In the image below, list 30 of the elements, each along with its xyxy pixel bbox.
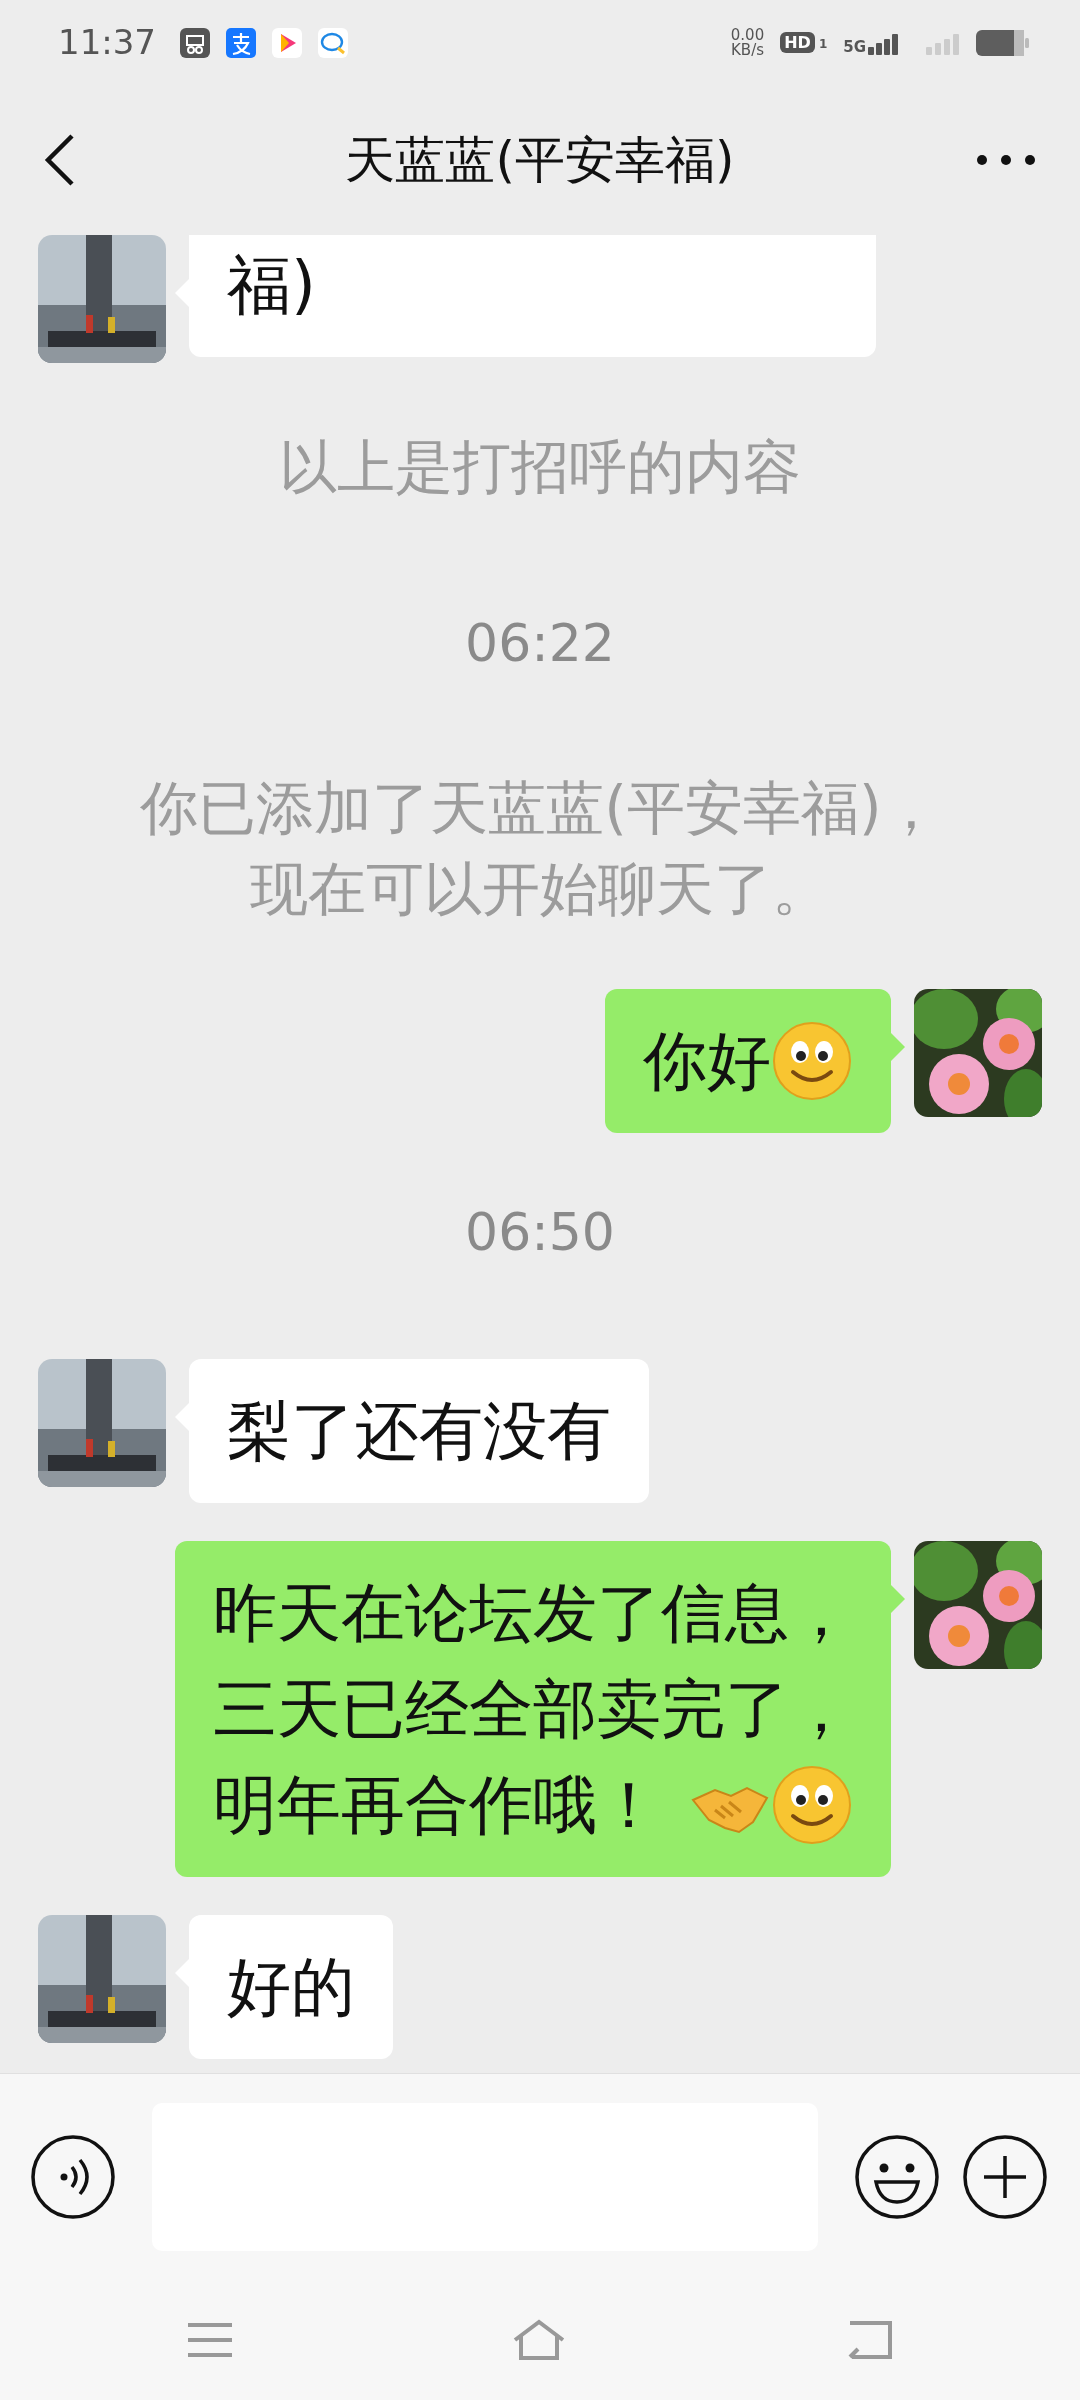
message-text: 你好	[643, 1022, 771, 1100]
clock-time: 11:37	[58, 21, 156, 64]
back-icon[interactable]	[44, 133, 76, 187]
voice-icon[interactable]	[30, 2134, 116, 2220]
message-text: 昨天在论坛发了信息，	[213, 1574, 853, 1652]
message-text: 明年再合作哦！	[213, 1766, 661, 1844]
emoji-icon[interactable]	[854, 2134, 940, 2220]
sim-number: 1	[818, 36, 828, 54]
payment-app-icon	[226, 27, 256, 58]
system-notice: 现在可以开始聊天了。	[250, 854, 830, 926]
timestamp: 06:50	[464, 1200, 616, 1264]
battery-icon	[976, 28, 1030, 57]
chat-title: 天蓝蓝(平安幸福)	[345, 129, 735, 191]
screenshot-icon	[180, 27, 210, 58]
timestamp: 06:22	[464, 612, 616, 676]
menu-icon[interactable]	[186, 2321, 235, 2359]
message-text: 福)	[227, 247, 316, 324]
network-type: 5G	[843, 39, 866, 55]
home-icon[interactable]	[511, 2318, 567, 2362]
hd-badge: HD	[780, 31, 815, 54]
network-speed: 0.00	[730, 27, 765, 43]
message-text: 梨了还有没有	[227, 1392, 611, 1470]
system-notice: 你已添加了天蓝蓝(平安幸福)，	[140, 773, 940, 845]
add-icon[interactable]	[962, 2134, 1048, 2220]
system-notice: 以上是打招呼的内容	[279, 432, 801, 503]
speed-unit: KB/s	[730, 42, 765, 58]
message-text: 好的	[227, 1948, 355, 2026]
video-app-icon	[272, 27, 302, 58]
more-icon[interactable]	[976, 154, 1036, 166]
message-text: 三天已经全部卖完了，	[213, 1670, 853, 1748]
